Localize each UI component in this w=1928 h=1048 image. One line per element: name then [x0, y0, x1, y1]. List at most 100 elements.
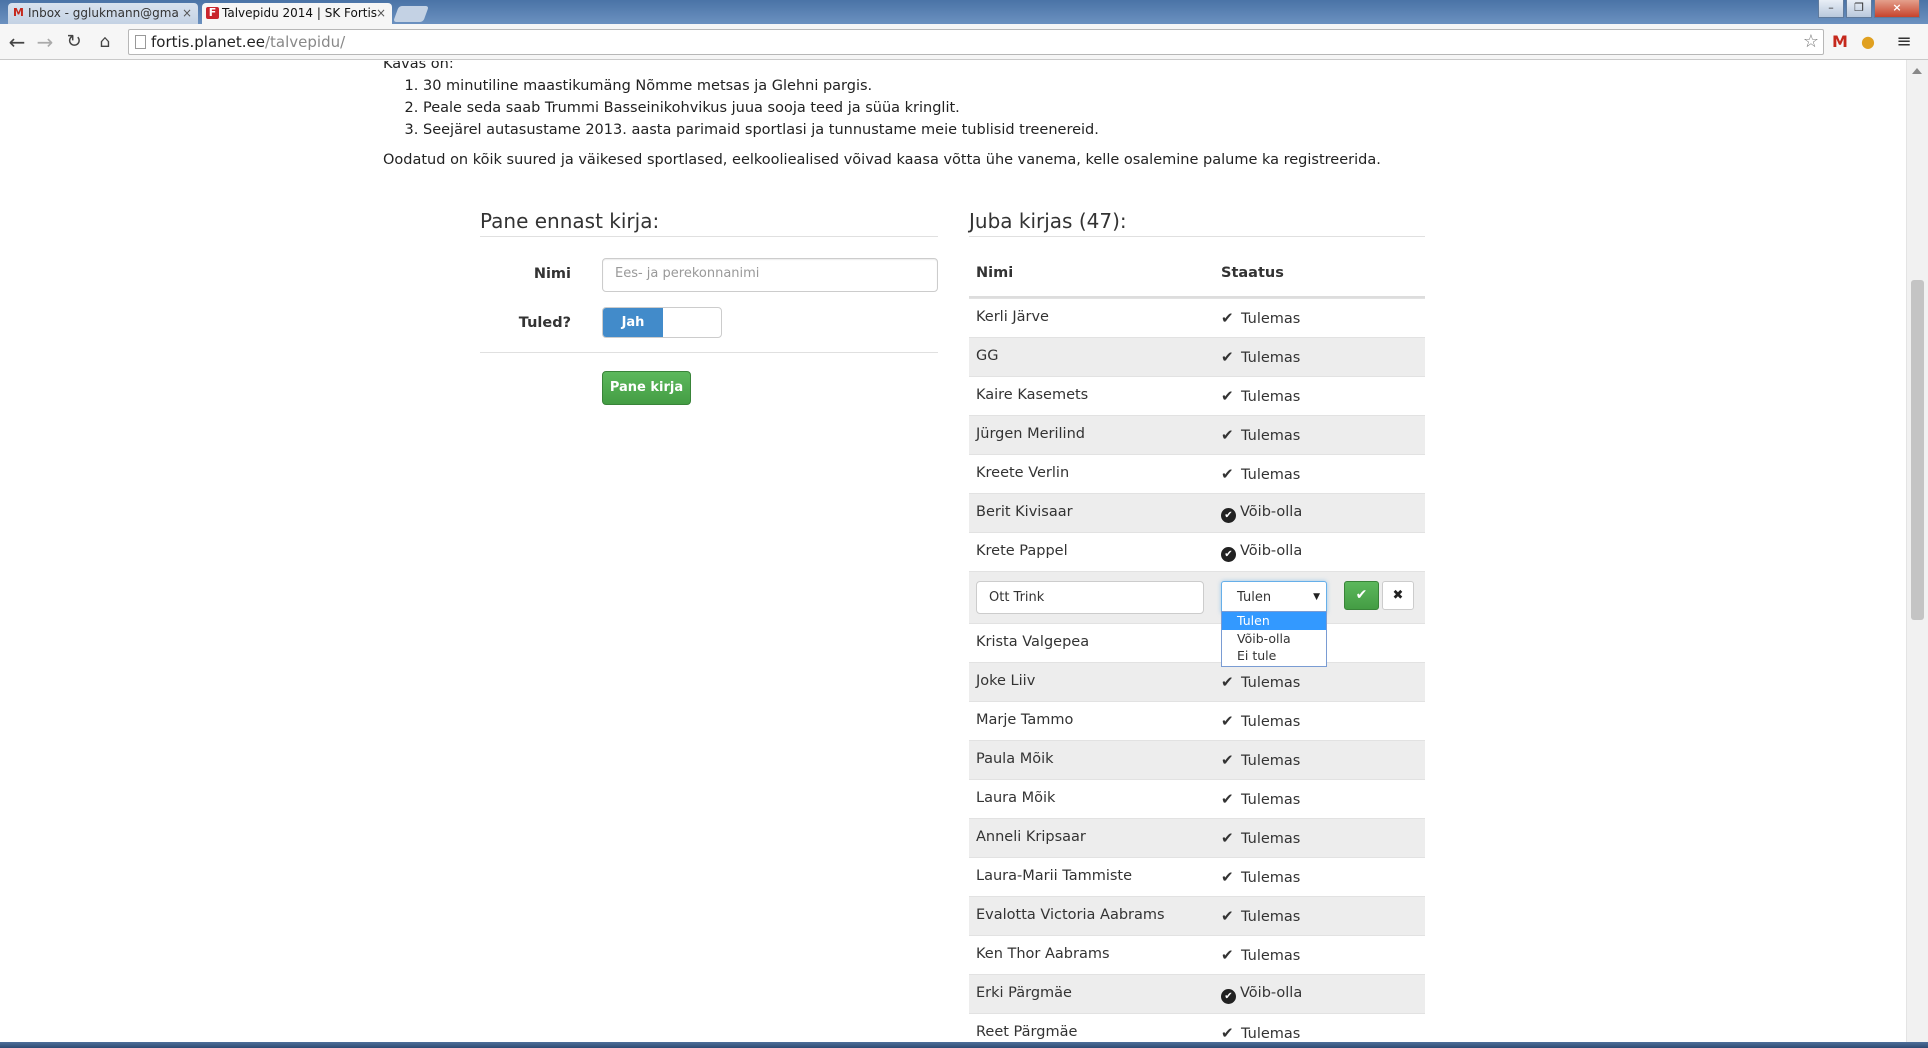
scroll-up-icon[interactable]: [1912, 68, 1922, 74]
table-row[interactable]: Paula Mõik ✔ Tulemas: [969, 740, 1425, 779]
status-text: Tulemas: [1241, 467, 1301, 483]
table-row[interactable]: Anneli Kripsaar ✔ Tulemas: [969, 818, 1425, 857]
check-icon: ✔: [1221, 751, 1234, 769]
table-row[interactable]: Krete Pappel ✔ Võib-olla: [969, 532, 1425, 571]
participant-name: Joke Liiv: [976, 673, 1036, 689]
table-row[interactable]: Kerli Järve ✔ Tulemas: [969, 298, 1425, 337]
table-body: Kerli Järve ✔ Tulemas GG ✔ Tulemas Kaire Kasem…: [969, 298, 1425, 571]
gmail-extension-icon[interactable]: M: [1829, 31, 1851, 53]
tab-title: Talvepidu 2014 | SK Fortis: [222, 6, 378, 20]
participant-name: Ken Thor Aabrams: [976, 946, 1110, 962]
participant-status: ✔ Tulemas: [1221, 946, 1300, 964]
check-icon: ✔: [1221, 790, 1234, 808]
participant-status: ✔ Tulemas: [1221, 309, 1300, 327]
check-icon: ✔: [1221, 348, 1234, 366]
registered-table: Nimi Staatus Kerli Järve ✔ Tulemas GG ✔ Tulem…: [969, 249, 1425, 1042]
status-text: Tulemas: [1241, 792, 1301, 808]
table-row[interactable]: Jürgen Merilind ✔ Tulemas: [969, 415, 1425, 454]
back-icon[interactable]: ←: [5, 30, 29, 54]
status-select[interactable]: Tulen ▼: [1221, 581, 1327, 614]
participant-name: Erki Pärgmäe: [976, 985, 1072, 1001]
signup-submit-button[interactable]: Pane kirja: [602, 371, 691, 405]
address-bar[interactable]: fortis.planet.ee/talvepidu/ ☆: [128, 29, 1824, 55]
participant-name: Reet Pärgmäe: [976, 1024, 1078, 1040]
check-icon: ✔: [1221, 465, 1234, 483]
tab-close-icon[interactable]: ×: [182, 3, 192, 23]
registered-heading: Juba kirjas (47):: [969, 209, 1127, 233]
participant-status: ✔ Tulemas: [1221, 426, 1300, 444]
dropdown-option[interactable]: Ei tule: [1222, 647, 1326, 665]
tab-gmail[interactable]: M Inbox - gglukmann@gma ×: [8, 3, 198, 24]
tab-talvepidu[interactable]: F Talvepidu 2014 | SK Fortis ×: [202, 3, 392, 24]
chevron-down-icon: ▼: [1313, 592, 1320, 602]
table-row[interactable]: Kreete Verlin ✔ Tulemas: [969, 454, 1425, 493]
table-row[interactable]: Ken Thor Aabrams ✔ Tulemas: [969, 935, 1425, 974]
edit-name-input[interactable]: Ott Trink: [976, 581, 1204, 614]
participant-name: Marje Tammo: [976, 712, 1074, 728]
table-row[interactable]: Marje Tammo ✔ Tulemas: [969, 701, 1425, 740]
table-row[interactable]: Laura Mõik ✔ Tulemas: [969, 779, 1425, 818]
column-header-status: Staatus: [1221, 265, 1284, 281]
table-row[interactable]: Joke Liiv ✔ Tulemas: [969, 662, 1425, 701]
signup-heading: Pane ennast kirja:: [480, 209, 660, 233]
table-row[interactable]: Berit Kivisaar ✔ Võib-olla: [969, 493, 1425, 532]
participant-status: ✔ Tulemas: [1221, 868, 1300, 886]
menu-icon[interactable]: ≡: [1893, 31, 1915, 53]
dropdown-option[interactable]: Tulen: [1222, 612, 1326, 630]
table-row[interactable]: Kaire Kasemets ✔ Tulemas: [969, 376, 1425, 415]
list-item: Seejärel autasustame 2013. aasta parimai…: [423, 119, 1483, 141]
table-row[interactable]: Erki Pärgmäe ✔ Võib-olla: [969, 974, 1425, 1013]
new-tab-button[interactable]: [393, 6, 429, 22]
coming-label: Tuled?: [518, 315, 571, 331]
participant-name: Jürgen Merilind: [976, 426, 1085, 442]
dropdown-option[interactable]: Võib-olla: [1222, 630, 1326, 648]
status-text: Tulemas: [1241, 350, 1301, 366]
participant-status: ✔ Tulemas: [1221, 387, 1300, 405]
status-text: Tulemas: [1241, 675, 1301, 691]
participant-name: Kreete Verlin: [976, 465, 1070, 481]
participant-status: ✔ Tulemas: [1221, 907, 1300, 925]
status-text: Tulemas: [1241, 870, 1301, 886]
table-row[interactable]: GG ✔ Tulemas: [969, 337, 1425, 376]
restore-icon[interactable]: ❐: [1846, 0, 1872, 18]
table-row[interactable]: Krista Valgepea: [969, 623, 1425, 662]
schedule-heading: Kavas on:: [383, 61, 454, 72]
check-icon: ✔: [1221, 1024, 1234, 1042]
confirm-button[interactable]: ✔: [1344, 581, 1379, 610]
home-icon[interactable]: ⌂: [93, 30, 117, 54]
participant-status: ✔ Tulemas: [1221, 790, 1300, 808]
reload-icon[interactable]: ↻: [62, 30, 86, 54]
participant-status: ✔ Tulemas: [1221, 712, 1300, 730]
minimize-icon[interactable]: –: [1818, 0, 1844, 18]
participant-status: ✔ Tulemas: [1221, 751, 1300, 769]
browser-tabstrip: M Inbox - gglukmann@gma × F Talvepidu 20…: [0, 0, 1928, 24]
status-text: Tulemas: [1241, 389, 1301, 405]
table-row[interactable]: Laura-Marii Tammiste ✔ Tulemas: [969, 857, 1425, 896]
forward-icon[interactable]: →: [33, 30, 57, 54]
page-scrollbar[interactable]: [1906, 60, 1928, 1042]
table-body: Krista Valgepea Joke Liiv ✔ Tulemas Marje Ta…: [969, 623, 1425, 1042]
check-icon: ✔: [1221, 829, 1234, 847]
participant-name: Laura Mõik: [976, 790, 1056, 806]
name-input[interactable]: Ees- ja perekonnanimi: [602, 258, 938, 292]
status-text: Tulemas: [1241, 714, 1301, 730]
check-icon: ✔: [1221, 868, 1234, 886]
window-close-icon[interactable]: ×: [1874, 0, 1920, 18]
bookmark-star-icon[interactable]: ☆: [1803, 30, 1819, 54]
status-text: Tulemas: [1241, 1026, 1301, 1042]
participant-name: Paula Mõik: [976, 751, 1054, 767]
cancel-button[interactable]: ✖: [1382, 581, 1414, 610]
coming-toggle[interactable]: Jah: [602, 307, 722, 338]
table-row[interactable]: Evalotta Victoria Aabrams ✔ Tulemas: [969, 896, 1425, 935]
status-text: Tulemas: [1241, 909, 1301, 925]
participant-status: ✔ Võib-olla: [1221, 985, 1302, 1004]
divider: [969, 236, 1425, 237]
status-text: Tulemas: [1241, 831, 1301, 847]
table-row[interactable]: Reet Pärgmäe ✔ Tulemas: [969, 1013, 1425, 1042]
url-host: fortis.planet.ee: [151, 33, 265, 51]
check-icon: ✔: [1221, 309, 1234, 327]
scrollbar-thumb[interactable]: [1911, 280, 1924, 620]
extension-icon[interactable]: ●: [1857, 31, 1879, 53]
tab-close-icon[interactable]: ×: [376, 3, 386, 23]
participant-status: ✔ Võib-olla: [1221, 543, 1302, 562]
